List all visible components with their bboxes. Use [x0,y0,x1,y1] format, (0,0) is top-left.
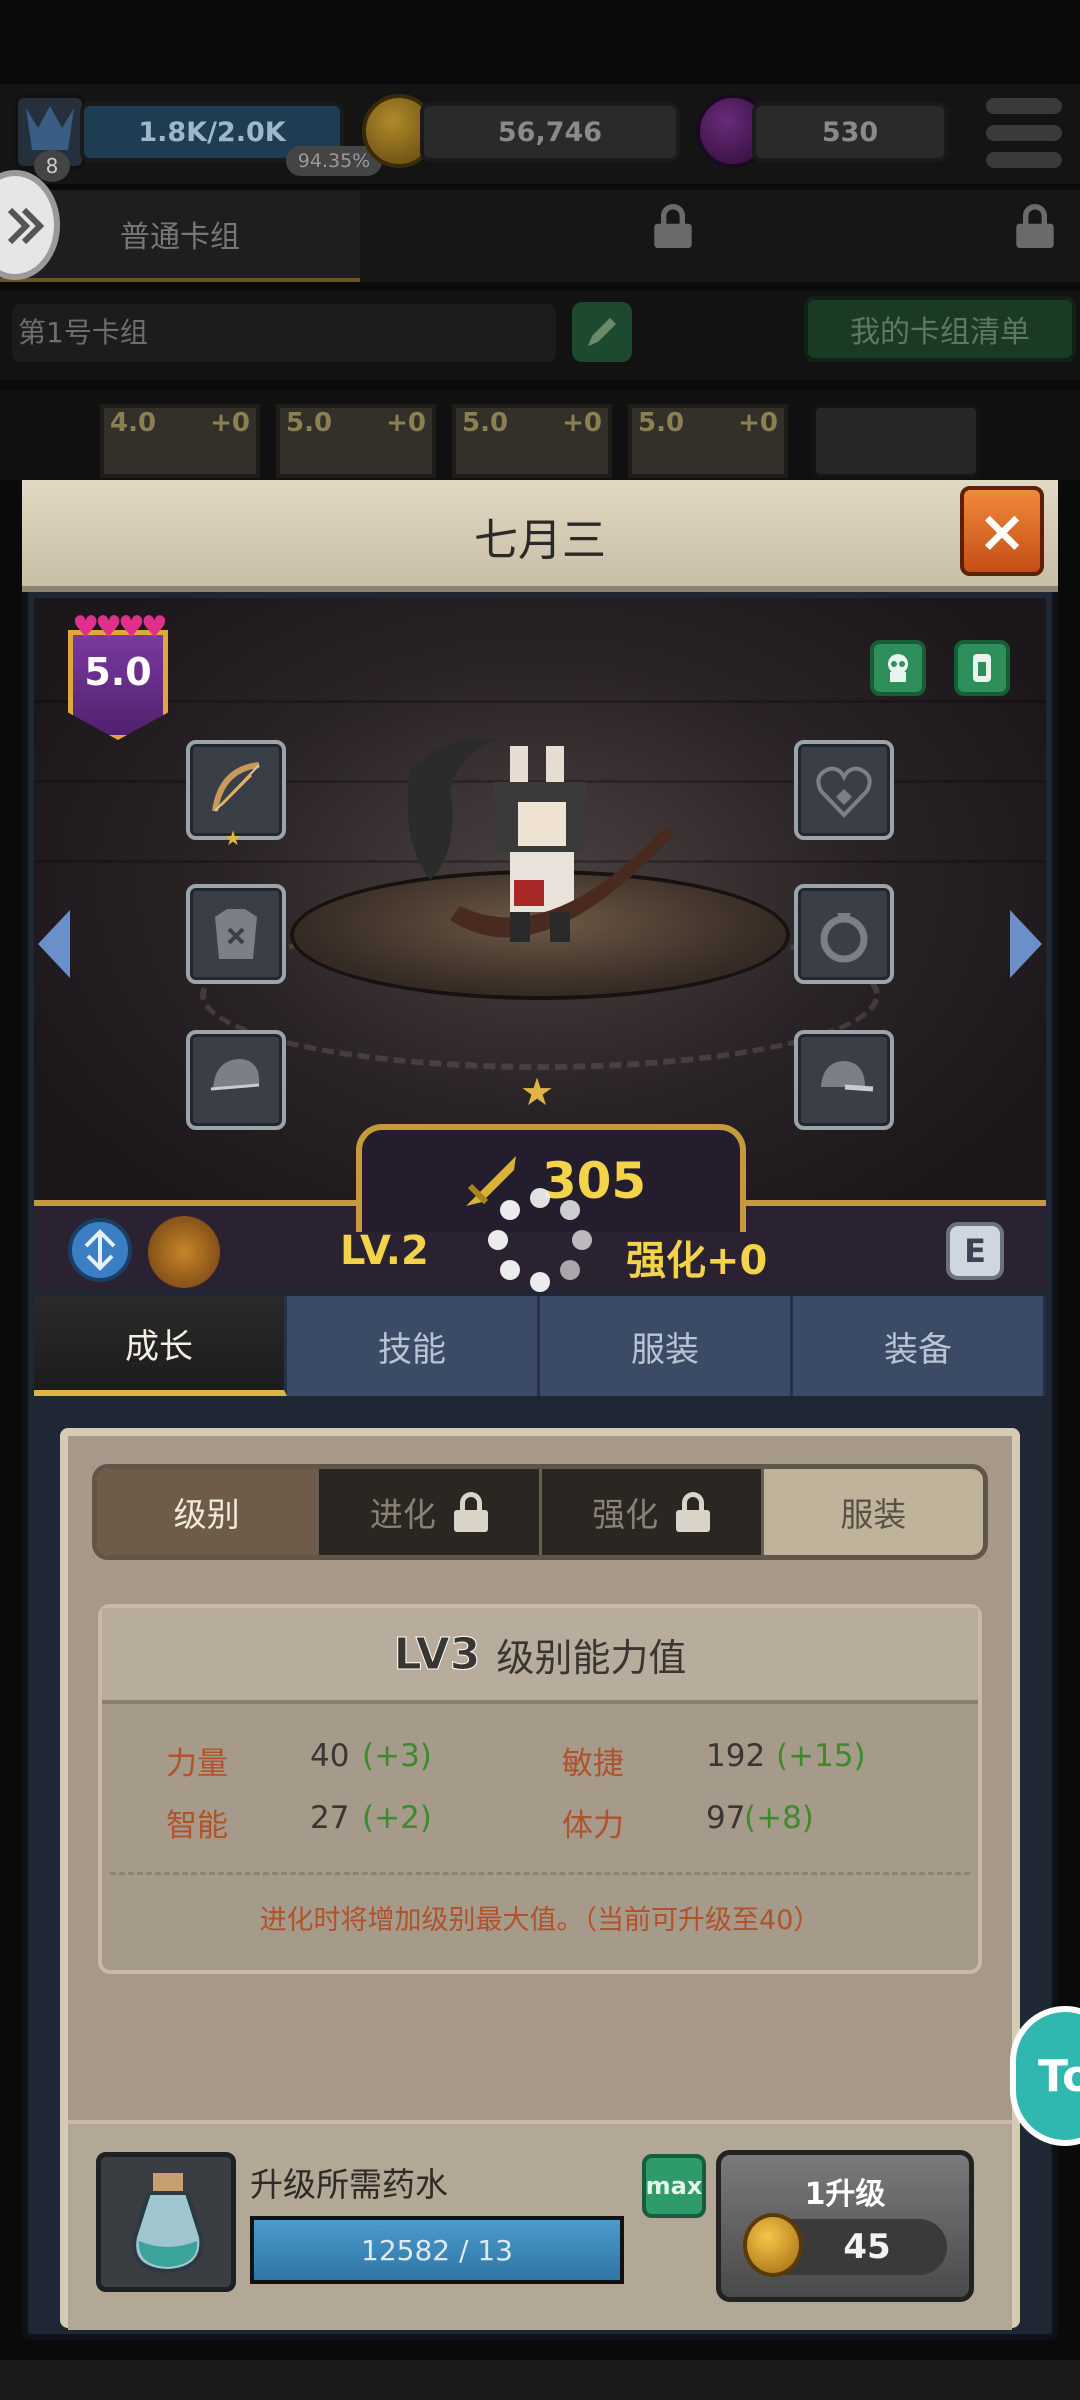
evolve-note: 进化时将增加级别最大值。（当前可升级至40） [259,1905,821,1936]
heart-amulet-icon [816,766,872,818]
helmet-slot[interactable] [186,1030,286,1130]
stat-strength-label: 力量 [166,1746,228,1782]
subtab-level-label: 级别 [173,1495,240,1534]
stat-strength-value: 40 [310,1738,350,1774]
card-plus: +0 [386,408,426,438]
stat-agility-value: 192 [706,1738,766,1774]
card-grade: 4.0 [110,408,157,438]
tab-growth[interactable]: 成长 [34,1296,287,1396]
hat-slot[interactable] [794,1030,894,1130]
stat-agility-bonus: (+15) [776,1738,866,1774]
subtab-enhance-label: 强化 [592,1495,659,1534]
card-plus: +0 [562,408,602,438]
star-icon: ★ [520,1070,555,1114]
subtab-enhance[interactable]: 强化 [541,1469,764,1555]
next-arrow-icon[interactable] [1006,906,1046,982]
previous-arrow-icon[interactable] [34,906,74,982]
stats-level-mark: LV3 [393,1628,481,1680]
stat-stamina-bonus: (+8) [744,1800,814,1836]
lock-icon [676,1492,711,1532]
level-up-label: 1升级 [804,2177,886,2212]
cap-icon [210,1059,260,1091]
modal-title: 七月三 [474,515,606,566]
heart-icons: ♥♥♥♥ [72,610,168,645]
skull-icon[interactable] [870,640,926,696]
close-button[interactable]: × [960,486,1044,576]
character-level: LV.2 [340,1228,429,1274]
double-chevron-icon [7,207,45,245]
slot-star-icon: ★ [224,826,242,850]
stat-intelligence-bonus: (+2) [362,1800,432,1836]
edit-pencil-icon[interactable] [572,302,632,362]
armor-icon [215,909,257,959]
required-potion-label: 升级所需药水 [250,2165,448,2204]
tab-equipment[interactable]: 装备 [793,1296,1046,1396]
grade-value: 5.0 [84,650,152,694]
potion-bottle-icon [132,2173,204,2274]
sub-tabs: 级别 进化 强化 服装 [92,1464,988,1560]
bow-icon [212,762,260,812]
stat-strength-bonus: (+3) [362,1738,432,1774]
e-button[interactable]: E [946,1222,1004,1280]
lock-icon [654,204,700,256]
stats-title: 级别能力值 [496,1635,687,1680]
subtab-evolve-label: 进化 [369,1495,436,1534]
gold-coin-icon [743,2213,803,2277]
info-card-icon[interactable] [954,640,1010,696]
gold-amount: 56,746 [420,102,680,162]
ring-slot[interactable] [794,884,894,984]
deck-card[interactable]: 5.0 +0 [276,404,436,478]
subtab-costume-label: 服装 [840,1495,907,1534]
max-button[interactable]: max [642,2154,706,2218]
empty-card-slot[interactable] [812,404,980,478]
menu-icon[interactable] [986,98,1062,168]
subtab-evolve[interactable]: 进化 [319,1469,542,1555]
stat-agility-label: 敏捷 [562,1746,624,1782]
lock-icon [453,1492,488,1532]
baseball-cap-icon [821,1061,874,1092]
level-up-cost-value: 45 [843,2227,891,2267]
bottom-edge [0,2360,1080,2400]
deck-card[interactable]: 4.0 +0 [100,404,260,478]
subtab-costume[interactable]: 服装 [764,1469,983,1555]
potion-progress-bar: 12582 / 13 [250,2216,624,2284]
potion-slot[interactable] [96,2152,236,2292]
bow-weapon-slot[interactable] [186,740,286,840]
card-plus: +0 [210,408,250,438]
game-screen: 8 1.8K/2.0K 94.35% 56,746 530 普通卡组 第1号卡组… [0,0,1080,2400]
stat-stamina-label: 体力 [562,1808,624,1844]
armor-slot[interactable] [186,884,286,984]
stat-stamina-value: 97 [706,1800,746,1836]
expand-side-button[interactable] [0,170,60,280]
divider [110,1872,970,1875]
lion-faction-icon[interactable] [148,1216,220,1288]
card-plus: +0 [738,408,778,438]
tab-skills[interactable]: 技能 [287,1296,540,1396]
deck-name-field[interactable]: 第1号卡组 [12,304,556,362]
loading-spinner-icon [488,1188,592,1292]
stats-header: LV3 级别能力值 [102,1608,978,1704]
wall-line [34,700,1046,703]
deck-card[interactable]: 5.0 +0 [628,404,788,478]
potion-progress-text: 12582 / 13 [361,2233,513,2267]
card-grade: 5.0 [462,408,509,438]
stat-intelligence-value: 27 [310,1800,350,1836]
main-tabs: 成长 技能 服装 装备 [34,1296,1046,1396]
class-archer-icon[interactable] [68,1218,132,1282]
amulet-slot[interactable] [794,740,894,840]
enhance-level: 强化+0 [626,1238,768,1284]
card-grade: 5.0 [638,408,685,438]
level-up-button[interactable]: 1升级 45 [716,2150,974,2302]
lock-icon [1016,204,1062,256]
stat-intelligence-label: 智能 [166,1808,228,1844]
tab-costume[interactable]: 服装 [540,1296,793,1396]
gem-amount: 530 [752,102,948,162]
deck-card[interactable]: 5.0 +0 [452,404,612,478]
subtab-level[interactable]: 级别 [97,1469,320,1555]
my-deck-list-button[interactable]: 我的卡组清单 [804,296,1076,362]
grade-badge: ♥♥♥♥ 5.0 [60,610,176,746]
ring-icon [820,913,868,963]
card-grade: 5.0 [286,408,333,438]
character-sprite [407,738,674,942]
